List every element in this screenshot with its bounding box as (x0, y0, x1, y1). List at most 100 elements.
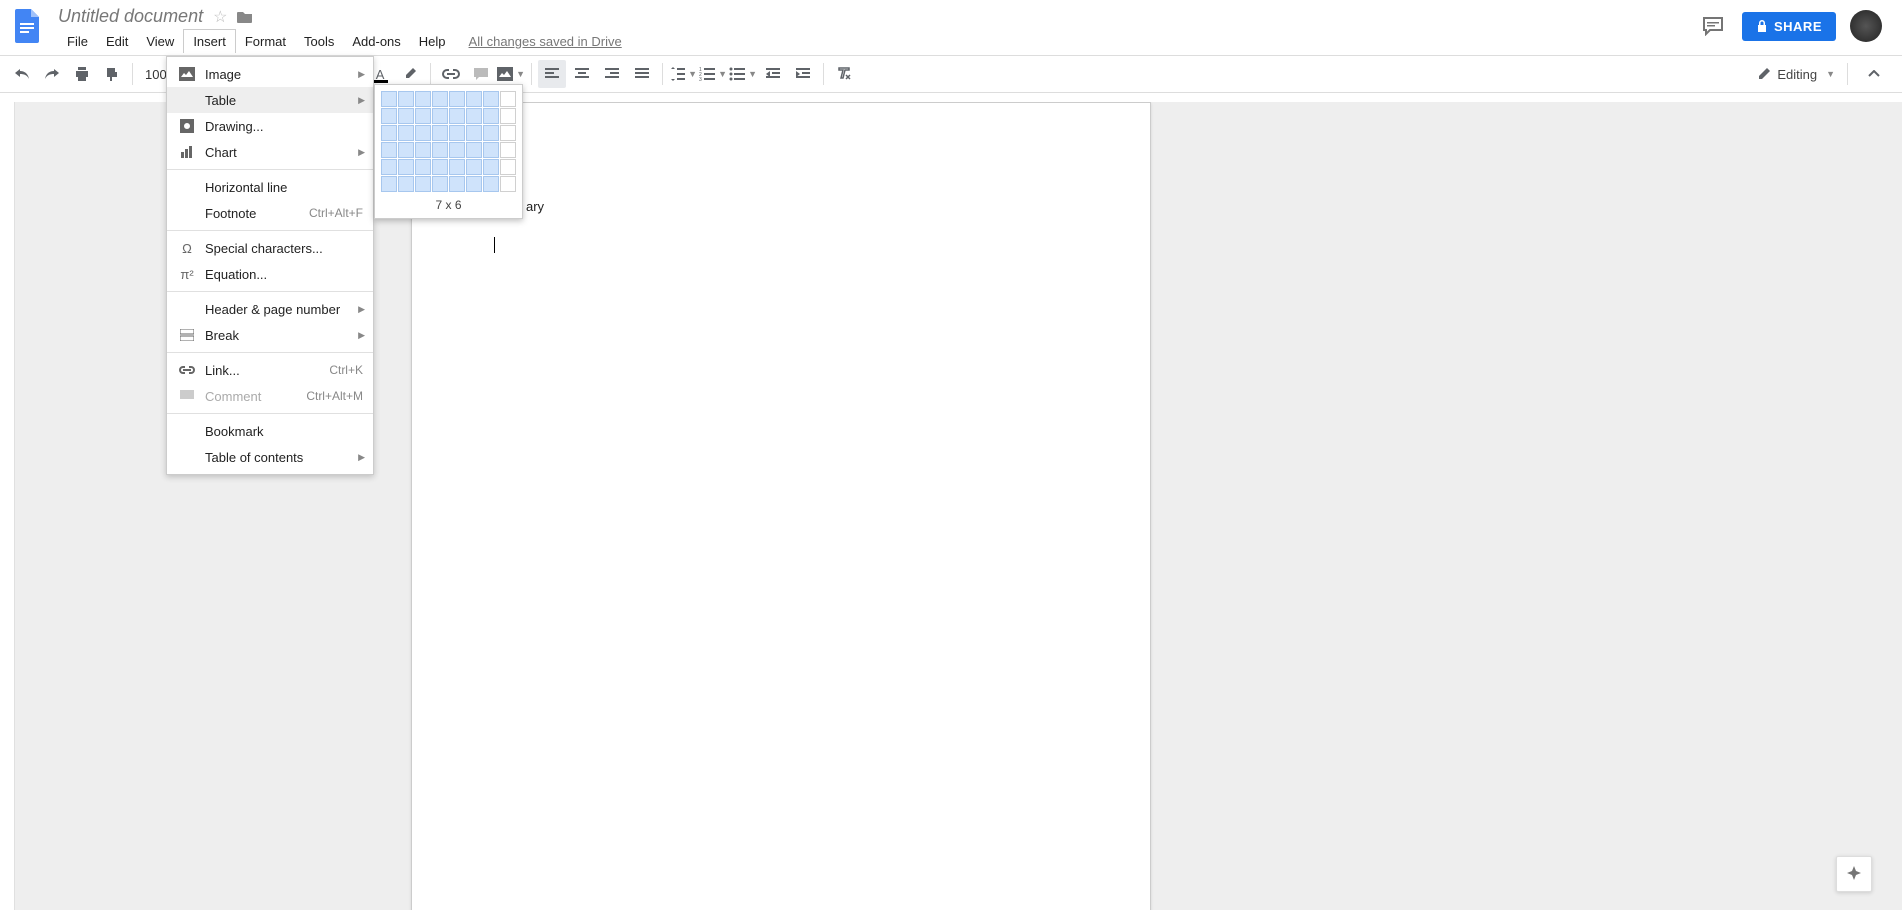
table-grid-cell[interactable] (398, 176, 414, 192)
menu-file[interactable]: File (58, 30, 97, 53)
table-grid-cell[interactable] (432, 108, 448, 124)
insert-drawing[interactable]: Drawing... (167, 113, 373, 139)
menu-addons[interactable]: Add-ons (343, 30, 409, 53)
table-grid-cell[interactable] (381, 176, 397, 192)
undo-icon[interactable] (8, 60, 36, 88)
table-grid-cell[interactable] (483, 142, 499, 158)
table-grid-cell[interactable] (398, 125, 414, 141)
line-spacing-icon[interactable]: ▼ (669, 60, 697, 88)
table-grid-cell[interactable] (449, 159, 465, 175)
table-grid-cell[interactable] (483, 159, 499, 175)
insert-header-page-number[interactable]: Header & page number▶ (167, 296, 373, 322)
align-left-icon[interactable] (538, 60, 566, 88)
numbered-list-icon[interactable]: 123▼ (699, 60, 727, 88)
menu-tools[interactable]: Tools (295, 30, 343, 53)
table-grid-cell[interactable] (483, 125, 499, 141)
table-grid-cell[interactable] (483, 91, 499, 107)
table-grid-cell[interactable] (415, 159, 431, 175)
submenu-arrow-icon: ▶ (358, 330, 365, 341)
insert-footnote[interactable]: Footnote Ctrl+Alt+F (167, 200, 373, 226)
table-grid[interactable] (381, 91, 516, 192)
document-title[interactable]: Untitled document (58, 6, 203, 27)
insert-chart[interactable]: Chart▶ (167, 139, 373, 165)
table-grid-cell[interactable] (398, 159, 414, 175)
table-grid-cell[interactable] (381, 125, 397, 141)
docs-logo-icon[interactable] (8, 6, 48, 46)
table-grid-cell[interactable] (398, 142, 414, 158)
table-grid-cell[interactable] (381, 108, 397, 124)
page[interactable]: ary (411, 102, 1151, 910)
menu-view[interactable]: View (137, 30, 183, 53)
table-grid-cell[interactable] (398, 108, 414, 124)
insert-equation[interactable]: π² Equation... (167, 261, 373, 287)
table-grid-cell[interactable] (500, 159, 516, 175)
menu-format[interactable]: Format (236, 30, 295, 53)
align-justify-icon[interactable] (628, 60, 656, 88)
table-grid-cell[interactable] (415, 142, 431, 158)
table-grid-cell[interactable] (415, 125, 431, 141)
table-grid-cell[interactable] (432, 91, 448, 107)
insert-horizontal-line[interactable]: Horizontal line (167, 174, 373, 200)
mode-select[interactable]: Editing ▼ (1757, 67, 1835, 82)
table-grid-cell[interactable] (449, 176, 465, 192)
menu-edit[interactable]: Edit (97, 30, 137, 53)
table-grid-cell[interactable] (415, 176, 431, 192)
align-right-icon[interactable] (598, 60, 626, 88)
insert-bookmark[interactable]: Bookmark (167, 418, 373, 444)
table-grid-cell[interactable] (466, 176, 482, 192)
menu-insert[interactable]: Insert (183, 29, 236, 53)
table-grid-cell[interactable] (432, 159, 448, 175)
share-button[interactable]: SHARE (1742, 12, 1836, 41)
table-grid-cell[interactable] (381, 91, 397, 107)
table-grid-cell[interactable] (500, 91, 516, 107)
table-grid-cell[interactable] (449, 142, 465, 158)
table-grid-cell[interactable] (500, 176, 516, 192)
table-grid-cell[interactable] (466, 108, 482, 124)
vertical-ruler[interactable] (0, 102, 15, 910)
table-grid-cell[interactable] (432, 125, 448, 141)
menu-help[interactable]: Help (410, 30, 455, 53)
table-grid-cell[interactable] (415, 91, 431, 107)
table-grid-cell[interactable] (415, 108, 431, 124)
indent-decrease-icon[interactable] (759, 60, 787, 88)
table-grid-cell[interactable] (500, 125, 516, 141)
table-grid-cell[interactable] (398, 91, 414, 107)
table-grid-cell[interactable] (466, 142, 482, 158)
insert-table-of-contents[interactable]: Table of contents▶ (167, 444, 373, 470)
table-grid-cell[interactable] (466, 125, 482, 141)
insert-link[interactable]: Link... Ctrl+K (167, 357, 373, 383)
table-grid-cell[interactable] (466, 159, 482, 175)
table-grid-cell[interactable] (483, 108, 499, 124)
align-center-icon[interactable] (568, 60, 596, 88)
table-grid-cell[interactable] (432, 142, 448, 158)
table-grid-cell[interactable] (381, 159, 397, 175)
table-grid-cell[interactable] (466, 91, 482, 107)
insert-break[interactable]: Break▶ (167, 322, 373, 348)
table-grid-cell[interactable] (500, 108, 516, 124)
indent-increase-icon[interactable] (789, 60, 817, 88)
star-icon[interactable]: ☆ (213, 7, 227, 27)
table-grid-cell[interactable] (449, 125, 465, 141)
redo-icon[interactable] (38, 60, 66, 88)
folder-icon[interactable] (237, 10, 253, 24)
explore-button[interactable] (1836, 856, 1872, 892)
comments-icon[interactable] (1698, 11, 1728, 41)
table-grid-cell[interactable] (483, 176, 499, 192)
document-body-text[interactable]: ary (526, 199, 544, 214)
insert-special-characters[interactable]: Ω Special characters... (167, 235, 373, 261)
bulleted-list-icon[interactable]: ▼ (729, 60, 757, 88)
account-avatar[interactable] (1850, 10, 1882, 42)
save-status[interactable]: All changes saved in Drive (469, 34, 622, 49)
table-grid-cell[interactable] (381, 142, 397, 158)
table-grid-cell[interactable] (449, 91, 465, 107)
table-grid-cell[interactable] (500, 142, 516, 158)
table-grid-cell[interactable] (449, 108, 465, 124)
insert-image[interactable]: Image▶ (167, 61, 373, 87)
table-grid-cell[interactable] (432, 176, 448, 192)
insert-table[interactable]: Table▶ (167, 87, 373, 113)
clear-formatting-icon[interactable] (830, 60, 858, 88)
paint-format-icon[interactable] (98, 60, 126, 88)
print-icon[interactable] (68, 60, 96, 88)
collapse-chevron-icon[interactable] (1860, 60, 1888, 88)
separator (531, 63, 532, 85)
